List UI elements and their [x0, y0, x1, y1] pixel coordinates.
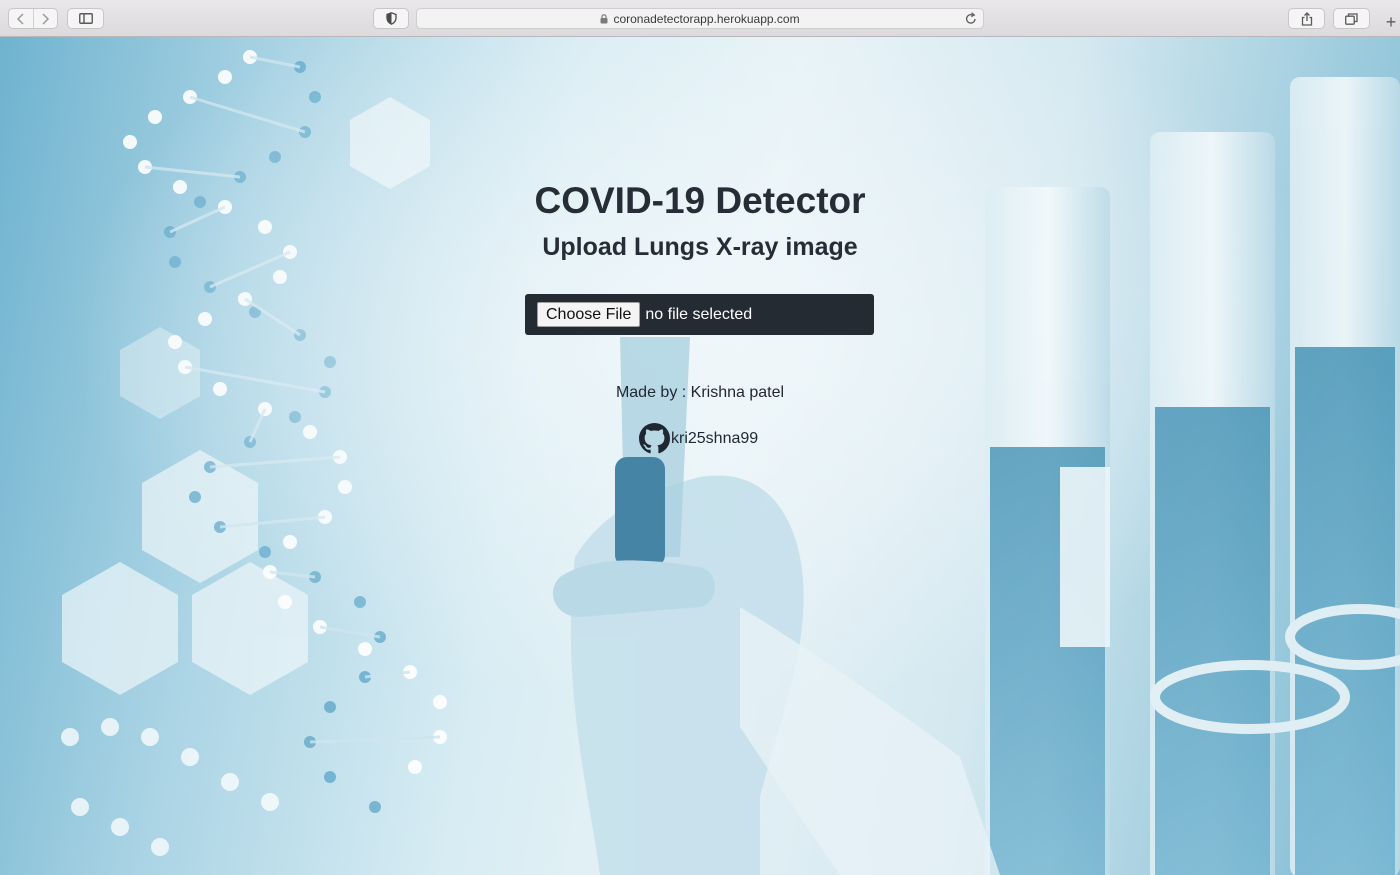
plus-icon: +: [1385, 12, 1397, 32]
choose-file-button[interactable]: Choose File: [537, 302, 641, 327]
github-link[interactable]: kri25shna99: [639, 423, 758, 454]
lock-icon: [600, 13, 608, 24]
author-credit: Made by : Krishna patel: [615, 384, 785, 401]
tab-overview-button[interactable]: [1333, 8, 1370, 29]
new-tab-button[interactable]: +: [1382, 10, 1400, 36]
privacy-report-button[interactable]: [373, 8, 409, 29]
chevron-right-icon: [42, 12, 50, 25]
browser-toolbar: coronadetectorapp.herokuapp.com +: [0, 0, 1400, 37]
page-title: COVID-19 Detector: [534, 180, 866, 221]
share-icon: [1301, 11, 1312, 26]
chevron-left-icon: [16, 12, 24, 25]
sidebar-button[interactable]: [67, 8, 104, 29]
github-handle: kri25shna99: [671, 429, 759, 447]
tabs-icon: [1345, 12, 1358, 25]
address-bar[interactable]: coronadetectorapp.herokuapp.com: [416, 8, 984, 29]
nav-buttons: [8, 8, 58, 29]
github-icon: [639, 423, 670, 454]
back-button[interactable]: [9, 9, 33, 28]
url-text: coronadetectorapp.herokuapp.com: [613, 11, 800, 26]
shield-icon: [385, 12, 397, 25]
forward-button[interactable]: [32, 9, 58, 28]
page-body: COVID-19 Detector Upload Lungs X-ray ima…: [0, 37, 1400, 875]
file-upload-input[interactable]: Choose File no file selected: [525, 294, 874, 335]
file-status-text: no file selected: [645, 305, 753, 323]
reload-icon[interactable]: [965, 12, 977, 25]
lab-background-image: [0, 37, 1400, 875]
share-button[interactable]: [1288, 8, 1325, 29]
sidebar-icon: [78, 13, 93, 24]
page-subtitle: Upload Lungs X-ray image: [542, 233, 858, 261]
